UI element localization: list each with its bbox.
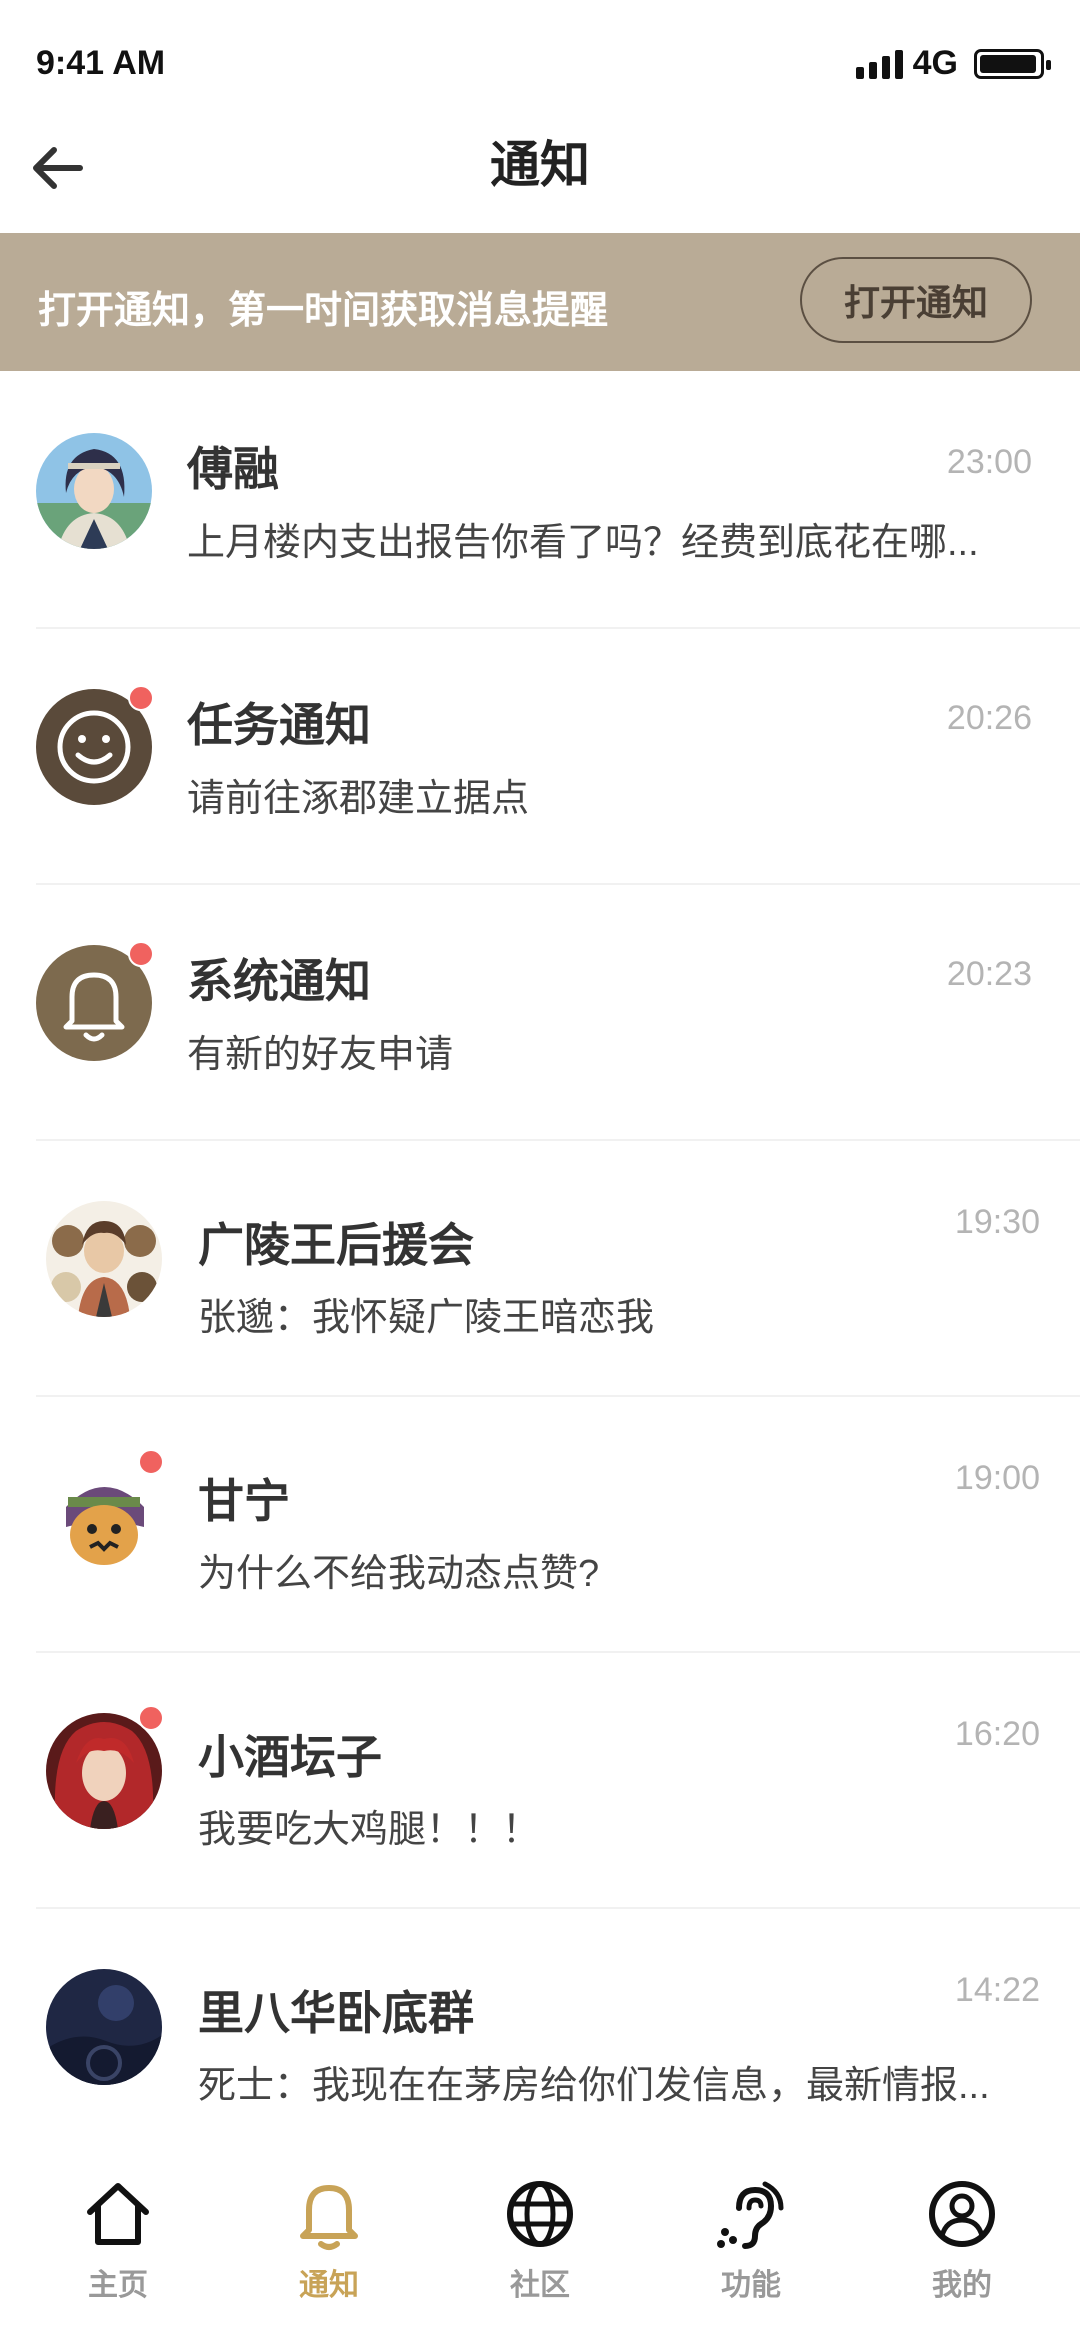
sender-name: 广陵王后援会 <box>198 1219 474 1271</box>
tab-notifications[interactable]: 通知 <box>249 2174 409 2324</box>
sender-name: 系统通知 <box>187 955 371 1007</box>
timestamp: 14:22 <box>954 1971 1040 2009</box>
timestamp: 20:26 <box>946 699 1032 737</box>
sender-name: 傅融 <box>187 443 279 495</box>
globe-icon <box>507 2181 573 2247</box>
timestamp: 16:20 <box>954 1715 1040 1753</box>
tab-label: 功能 <box>721 2269 781 2302</box>
bottom-tab-bar: 主页 通知 社区 功能 我的 <box>0 2160 1080 2340</box>
unread-badge <box>128 941 154 967</box>
notification-banner: 打开通知，第一时间获取消息提醒 打开通知 <box>0 233 1080 371</box>
tab-label: 我的 <box>932 2269 992 2302</box>
tab-label: 主页 <box>88 2269 148 2302</box>
list-item[interactable]: 甘宁 为什么不给我动态点赞? 19:00 <box>0 1397 1080 1653</box>
sender-name: 里八华卧底群 <box>198 1987 474 2039</box>
list-item[interactable]: 傅融 上月楼内支出报告你看了吗？经费到底花在哪... 23:00 <box>0 373 1080 629</box>
list-item[interactable]: 任务通知 请前往涿郡建立据点 20:26 <box>0 629 1080 885</box>
message-preview: 为什么不给我动态点赞? <box>198 1553 600 1595</box>
avatar <box>36 433 152 549</box>
list-item[interactable]: 广陵王后援会 张邈：我怀疑广陵王暗恋我 19:30 <box>0 1141 1080 1397</box>
tab-community[interactable]: 社区 <box>460 2174 620 2324</box>
hearing-icon <box>717 2181 784 2249</box>
home-icon <box>87 2183 149 2245</box>
tab-label: 通知 <box>299 2269 359 2302</box>
network-label: 4G <box>912 44 958 82</box>
timestamp: 20:23 <box>946 955 1032 993</box>
status-bar: 9:41 AM 4G <box>0 0 1080 120</box>
user-icon <box>929 2181 995 2247</box>
sender-name: 甘宁 <box>198 1475 290 1527</box>
status-indicators: 4G <box>855 44 1051 83</box>
sender-name: 小酒坛子 <box>198 1731 382 1783</box>
signal-icon <box>855 49 903 79</box>
message-preview: 上月楼内支出报告你看了吗？经费到底花在哪... <box>187 522 979 564</box>
avatar <box>46 1457 162 1573</box>
list-item[interactable]: 系统通知 有新的好友申请 20:23 <box>0 885 1080 1141</box>
timestamp: 23:00 <box>946 443 1032 481</box>
list-item[interactable]: 里八华卧底群 死士：我现在在茅房给你们发信息，最新情报... 14:22 <box>0 1909 1080 2165</box>
message-preview: 死士：我现在在茅房给你们发信息，最新情报... <box>198 2065 990 2107</box>
enable-notifications-button[interactable]: 打开通知 <box>800 257 1032 343</box>
bell-icon <box>300 2185 358 2250</box>
message-preview: 我要吃大鸡腿！！！ <box>198 1809 541 1851</box>
avatar <box>46 1713 162 1829</box>
page-title: 通知 <box>490 137 590 193</box>
tab-label: 社区 <box>510 2269 570 2302</box>
sender-name: 任务通知 <box>187 699 371 751</box>
message-preview: 请前往涿郡建立据点 <box>187 778 530 820</box>
nav-bar: 通知 <box>0 120 1080 230</box>
avatar <box>46 1969 162 2085</box>
timestamp: 19:00 <box>954 1459 1040 1497</box>
message-preview: 张邈：我怀疑广陵王暗恋我 <box>198 1297 655 1339</box>
status-time: 9:41 AM <box>36 44 166 82</box>
avatar <box>46 1201 162 1317</box>
message-preview: 有新的好友申请 <box>187 1034 454 1076</box>
tab-profile[interactable]: 我的 <box>882 2174 1042 2324</box>
banner-text: 打开通知，第一时间获取消息提醒 <box>38 290 609 332</box>
unread-badge <box>138 1449 164 1475</box>
timestamp: 19:30 <box>954 1203 1040 1241</box>
unread-badge <box>128 685 154 711</box>
battery-icon <box>974 48 1051 79</box>
tab-features[interactable]: 功能 <box>671 2174 831 2324</box>
list-item[interactable]: 小酒坛子 我要吃大鸡腿！！！ 16:20 <box>0 1653 1080 1909</box>
tab-home[interactable]: 主页 <box>38 2174 198 2324</box>
unread-badge <box>138 1705 164 1731</box>
notification-list: 傅融 上月楼内支出报告你看了吗？经费到底花在哪... 23:00 任务通知 请前… <box>0 373 1080 2165</box>
